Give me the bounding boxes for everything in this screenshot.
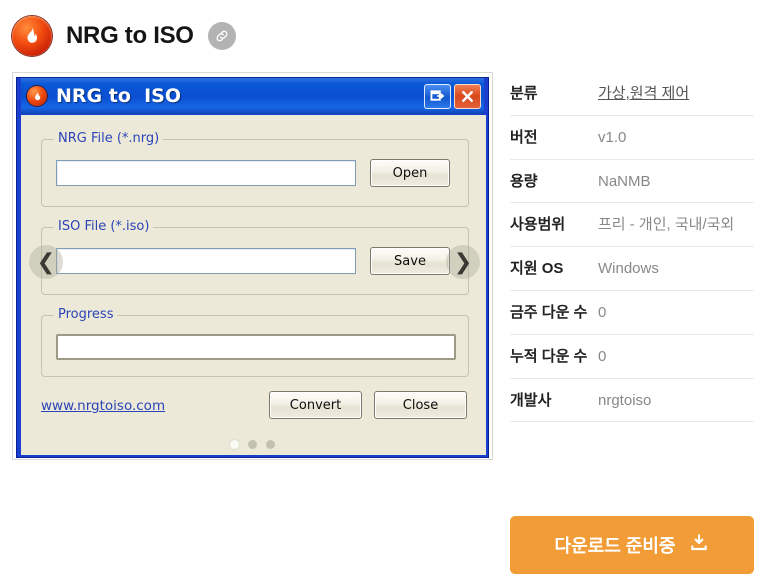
iso-file-legend: ISO File (*.iso) bbox=[54, 219, 154, 234]
nrg-file-group: NRG File (*.nrg) Open bbox=[41, 131, 469, 207]
info-value-category-link[interactable]: 가상,원격 제어 bbox=[598, 84, 754, 104]
progress-group: Progress bbox=[41, 307, 469, 377]
screenshot-carousel[interactable]: NRG to ISO NRG File (*.nrg) Open ISO Fil… bbox=[12, 72, 493, 460]
info-label: 사용범위 bbox=[510, 216, 566, 234]
page-title: NRG to ISO bbox=[66, 22, 194, 49]
carousel-dot[interactable] bbox=[248, 440, 257, 449]
table-row: 지원 OS Windows bbox=[510, 247, 754, 291]
iso-file-group: ISO File (*.iso) Save bbox=[41, 219, 469, 295]
close-icon[interactable] bbox=[454, 83, 481, 109]
table-row: 개발사 nrgtoiso bbox=[510, 379, 754, 423]
info-label: 지원 OS bbox=[510, 260, 564, 278]
window-client-area: NRG File (*.nrg) Open ISO File (*.iso) S… bbox=[21, 115, 486, 455]
app-window-screenshot: NRG to ISO NRG File (*.nrg) Open ISO Fil… bbox=[16, 77, 489, 458]
table-row: 금주 다운 수 0 bbox=[510, 291, 754, 335]
flame-icon bbox=[12, 16, 52, 56]
table-row: 분류 가상,원격 제어 bbox=[510, 72, 754, 116]
info-table: 분류 가상,원격 제어 버전 v1.0 용량 NaNMB 사용범위 프리 - 개… bbox=[510, 72, 754, 423]
download-button-label: 다운로드 준비중 bbox=[554, 536, 676, 556]
nrg-file-input[interactable] bbox=[56, 160, 356, 186]
info-label: 금주 다운 수 bbox=[510, 303, 588, 321]
progress-bar bbox=[56, 334, 456, 360]
download-button[interactable]: 다운로드 준비중 bbox=[510, 516, 754, 574]
info-value: NaNMB bbox=[598, 172, 651, 190]
carousel-prev-button[interactable]: ❮ bbox=[29, 245, 63, 279]
info-label: 버전 bbox=[510, 128, 538, 146]
table-row: 누적 다운 수 0 bbox=[510, 335, 754, 379]
link-icon[interactable] bbox=[207, 22, 236, 50]
open-button[interactable]: Open bbox=[370, 159, 450, 187]
page-root: NRG to ISO NRG to ISO NRG File (*.nrg) O… bbox=[0, 0, 762, 587]
carousel-dot[interactable] bbox=[266, 440, 275, 449]
window-titlebar: NRG to ISO bbox=[21, 78, 484, 114]
nrg-file-legend: NRG File (*.nrg) bbox=[54, 131, 164, 146]
window-close-button[interactable]: Close bbox=[374, 391, 467, 419]
info-label: 누적 다운 수 bbox=[510, 347, 588, 365]
table-row: 사용범위 프리 - 개인, 국내/국외 bbox=[510, 203, 754, 248]
chevron-right-icon: ❯ bbox=[453, 249, 473, 275]
chevron-left-icon: ❮ bbox=[36, 249, 56, 275]
info-value: 0 bbox=[598, 303, 607, 321]
info-label: 용량 bbox=[510, 172, 538, 190]
iso-file-input[interactable] bbox=[56, 248, 356, 274]
minimize-to-tray-icon[interactable] bbox=[424, 83, 451, 109]
info-value: 프리 - 개인, 국내/국외 bbox=[598, 216, 735, 234]
progress-legend: Progress bbox=[54, 307, 118, 322]
info-value: Windows bbox=[598, 260, 659, 278]
carousel-dot[interactable] bbox=[230, 440, 239, 449]
window-title: NRG to ISO bbox=[56, 85, 182, 107]
app-header: NRG to ISO bbox=[0, 0, 500, 72]
info-value: nrgtoiso bbox=[598, 391, 652, 409]
window-flame-icon bbox=[27, 86, 47, 106]
info-value: v1.0 bbox=[598, 128, 627, 146]
window-controls bbox=[424, 83, 481, 109]
table-row: 용량 NaNMB bbox=[510, 160, 754, 204]
convert-button[interactable]: Convert bbox=[269, 391, 362, 419]
table-row: 버전 v1.0 bbox=[510, 116, 754, 160]
info-label: 개발사 bbox=[510, 391, 552, 409]
carousel-next-button[interactable]: ❯ bbox=[446, 245, 480, 279]
download-icon bbox=[689, 533, 709, 558]
info-label: 분류 bbox=[510, 85, 538, 102]
save-button[interactable]: Save bbox=[370, 247, 450, 275]
website-link[interactable]: www.nrgtoiso.com bbox=[41, 398, 165, 414]
carousel-dots bbox=[13, 440, 492, 449]
info-value: 0 bbox=[598, 347, 607, 365]
